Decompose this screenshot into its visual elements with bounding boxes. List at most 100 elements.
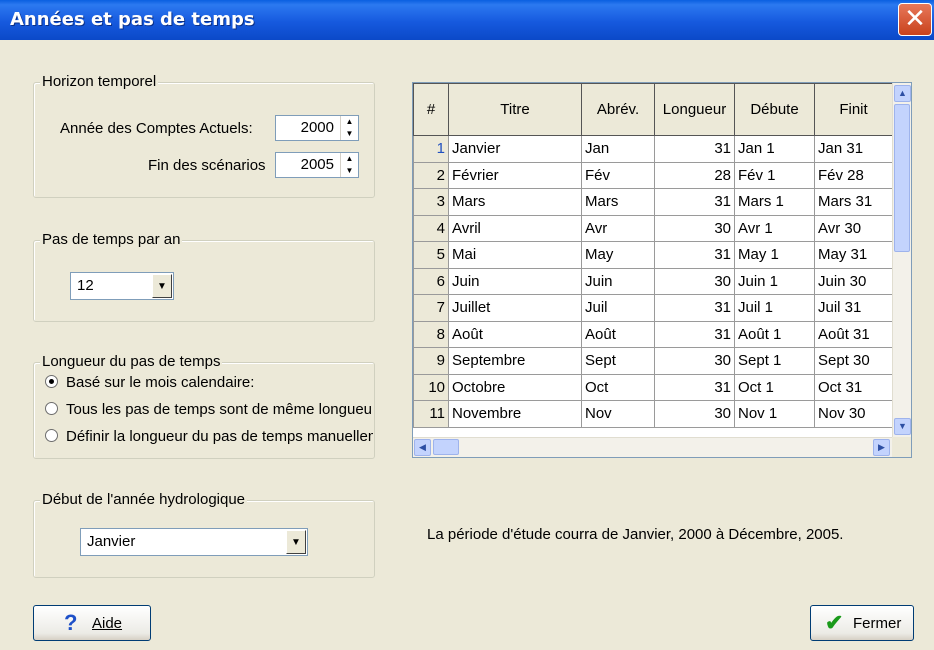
cell-title[interactable]: Août — [448, 320, 582, 348]
cell-title[interactable]: Juillet — [448, 294, 582, 322]
cell-length[interactable]: 28 — [654, 161, 735, 189]
cell-start[interactable]: Août 1 — [734, 320, 815, 348]
cell-title[interactable]: Septembre — [448, 347, 582, 375]
cell-abbrev[interactable]: Avr — [581, 214, 655, 242]
vertical-scroll-thumb[interactable] — [894, 104, 910, 252]
chevron-down-icon[interactable]: ▼ — [152, 274, 172, 298]
cell-start[interactable]: Mars 1 — [734, 188, 815, 216]
row-number[interactable]: 3 — [413, 188, 449, 216]
cell-end[interactable]: Juin 30 — [814, 267, 893, 295]
table-row[interactable]: 1 Janvier Jan 31 Jan 1 Jan 31 — [413, 135, 893, 163]
radio-selected-icon[interactable] — [45, 375, 58, 388]
cell-abbrev[interactable]: Août — [581, 320, 655, 348]
timesteps-grid[interactable]: # Titre Abrév. Longueur Débute Finit 1 Ja… — [412, 82, 912, 458]
table-row[interactable]: 2 Février Fév 28 Fév 1 Fév 28 — [413, 161, 893, 189]
chevron-down-icon[interactable]: ▼ — [286, 530, 306, 554]
cell-abbrev[interactable]: Nov — [581, 400, 655, 428]
cell-start[interactable]: Oct 1 — [734, 373, 815, 401]
col-header-length[interactable]: Longueur — [654, 83, 735, 136]
cell-title[interactable]: Octobre — [448, 373, 582, 401]
cell-abbrev[interactable]: Fév — [581, 161, 655, 189]
cell-length[interactable]: 30 — [654, 267, 735, 295]
row-number[interactable]: 9 — [413, 347, 449, 375]
cell-start[interactable]: Juin 1 — [734, 267, 815, 295]
radio-unselected-icon[interactable] — [45, 402, 58, 415]
cell-length[interactable]: 30 — [654, 400, 735, 428]
table-row[interactable]: 6 Juin Juin 30 Juin 1 Juin 30 — [413, 267, 893, 295]
cell-end[interactable]: Juil 31 — [814, 294, 893, 322]
scroll-down-icon[interactable]: ▼ — [894, 418, 911, 435]
scroll-left-icon[interactable]: ◀ — [414, 439, 431, 456]
cell-length[interactable]: 31 — [654, 373, 735, 401]
cell-title[interactable]: Janvier — [448, 135, 582, 163]
cell-abbrev[interactable]: Jan — [581, 135, 655, 163]
base-year-spinner[interactable]: 2000 ▲ ▼ — [275, 115, 359, 141]
cell-abbrev[interactable]: Mars — [581, 188, 655, 216]
table-row[interactable]: 5 Mai May 31 May 1 May 31 — [413, 241, 893, 269]
table-row[interactable]: 9 Septembre Sept 30 Sept 1 Sept 30 — [413, 347, 893, 375]
cell-title[interactable]: Novembre — [448, 400, 582, 428]
cell-length[interactable]: 31 — [654, 188, 735, 216]
cell-title[interactable]: Avril — [448, 214, 582, 242]
cell-start[interactable]: Sept 1 — [734, 347, 815, 375]
close-button[interactable]: ✔ Fermer — [810, 605, 914, 641]
row-number[interactable]: 10 — [413, 373, 449, 401]
row-number[interactable]: 7 — [413, 294, 449, 322]
radio-manual-length[interactable]: Définir la longueur du pas de temps manu… — [45, 428, 373, 445]
scroll-right-icon[interactable]: ▶ — [873, 439, 890, 456]
cell-title[interactable]: Mars — [448, 188, 582, 216]
vertical-scrollbar[interactable]: ▲ ▼ — [892, 83, 911, 437]
cell-end[interactable]: Avr 30 — [814, 214, 893, 242]
row-number[interactable]: 1 — [413, 135, 449, 163]
table-row[interactable]: 7 Juillet Juil 31 Juil 1 Juil 31 — [413, 294, 893, 322]
cell-start[interactable]: Juil 1 — [734, 294, 815, 322]
horizontal-scroll-thumb[interactable] — [433, 439, 459, 455]
col-header-end[interactable]: Finit — [814, 83, 893, 136]
cell-end[interactable]: Nov 30 — [814, 400, 893, 428]
cell-abbrev[interactable]: May — [581, 241, 655, 269]
table-row[interactable]: 11 Novembre Nov 30 Nov 1 Nov 30 — [413, 400, 893, 428]
cell-length[interactable]: 31 — [654, 294, 735, 322]
cell-length[interactable]: 31 — [654, 135, 735, 163]
row-number[interactable]: 8 — [413, 320, 449, 348]
cell-title[interactable]: Mai — [448, 241, 582, 269]
radio-calendar-month[interactable]: Basé sur le mois calendaire: — [45, 374, 373, 391]
col-header-start[interactable]: Débute — [734, 83, 815, 136]
col-header-abbrev[interactable]: Abrév. — [581, 83, 655, 136]
cell-start[interactable]: Jan 1 — [734, 135, 815, 163]
col-header-title[interactable]: Titre — [448, 83, 582, 136]
cell-end[interactable]: Oct 31 — [814, 373, 893, 401]
row-number[interactable]: 4 — [413, 214, 449, 242]
spinner-arrows-icon[interactable]: ▲ ▼ — [340, 153, 358, 177]
table-row[interactable]: 10 Octobre Oct 31 Oct 1 Oct 31 — [413, 373, 893, 401]
table-row[interactable]: 8 Août Août 31 Août 1 Août 31 — [413, 320, 893, 348]
cell-title[interactable]: Février — [448, 161, 582, 189]
row-number[interactable]: 11 — [413, 400, 449, 428]
cell-length[interactable]: 30 — [654, 214, 735, 242]
horizontal-scrollbar[interactable]: ◀ ▶ — [413, 437, 893, 457]
cell-end[interactable]: May 31 — [814, 241, 893, 269]
cell-length[interactable]: 30 — [654, 347, 735, 375]
hydro-start-select[interactable]: Janvier ▼ — [80, 528, 308, 556]
end-year-spinner[interactable]: 2005 ▲ ▼ — [275, 152, 359, 178]
cell-abbrev[interactable]: Juil — [581, 294, 655, 322]
cell-end[interactable]: Fév 28 — [814, 161, 893, 189]
cell-end[interactable]: Jan 31 — [814, 135, 893, 163]
table-row[interactable]: 4 Avril Avr 30 Avr 1 Avr 30 — [413, 214, 893, 242]
cell-abbrev[interactable]: Oct — [581, 373, 655, 401]
row-number[interactable]: 2 — [413, 161, 449, 189]
steps-per-year-select[interactable]: 12 ▼ — [70, 272, 174, 300]
cell-start[interactable]: Fév 1 — [734, 161, 815, 189]
help-button[interactable]: ? Aide — [33, 605, 151, 641]
cell-start[interactable]: May 1 — [734, 241, 815, 269]
cell-end[interactable]: Mars 31 — [814, 188, 893, 216]
cell-start[interactable]: Avr 1 — [734, 214, 815, 242]
col-header-number[interactable]: # — [413, 83, 449, 136]
cell-end[interactable]: Août 31 — [814, 320, 893, 348]
cell-length[interactable]: 31 — [654, 320, 735, 348]
cell-title[interactable]: Juin — [448, 267, 582, 295]
scroll-up-icon[interactable]: ▲ — [894, 85, 911, 102]
close-window-button[interactable]: ✕ — [898, 3, 932, 36]
row-number[interactable]: 5 — [413, 241, 449, 269]
cell-length[interactable]: 31 — [654, 241, 735, 269]
